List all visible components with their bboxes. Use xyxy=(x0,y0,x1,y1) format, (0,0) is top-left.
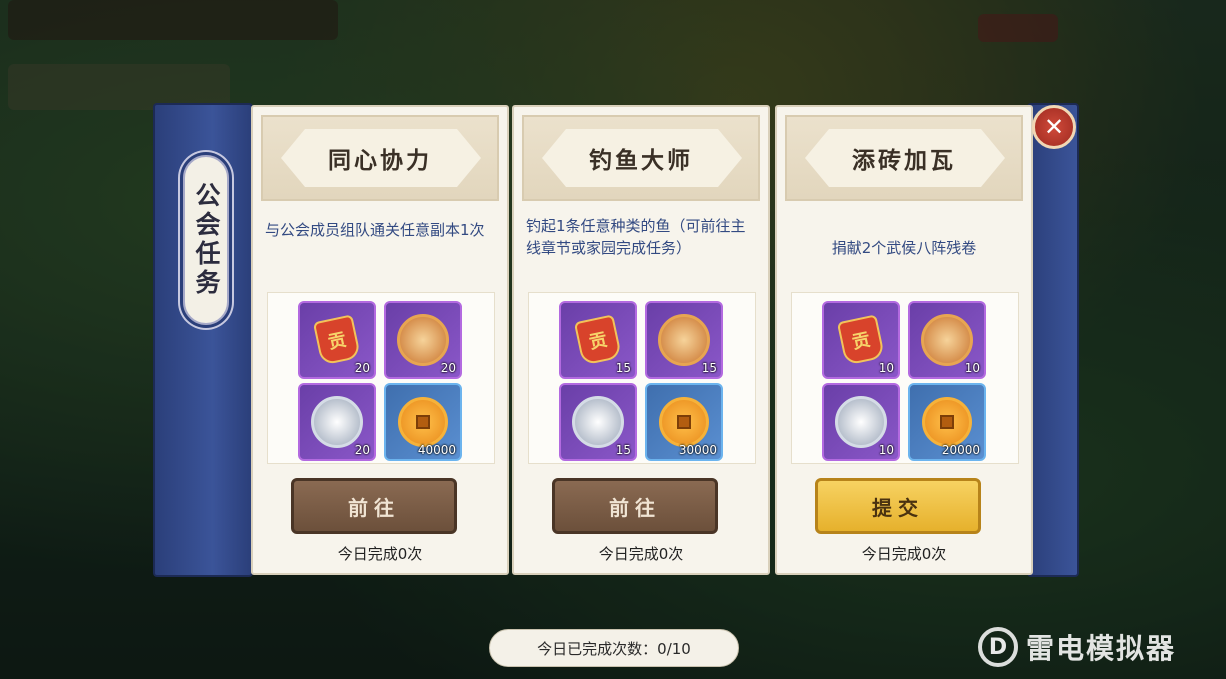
reward-qty: 15 xyxy=(701,361,717,375)
task-card-header: 添砖加瓦 xyxy=(785,115,1023,201)
reward-item[interactable]: 15 xyxy=(645,301,723,379)
watermark-text: 雷电模拟器 xyxy=(1026,632,1177,665)
task-description: 与公会成员组队通关任意副本1次 xyxy=(265,221,485,239)
reward-item[interactable]: 20000 xyxy=(908,383,986,461)
reward-qty: 10 xyxy=(878,443,894,457)
completed-today-label: 今日完成0次 xyxy=(861,545,947,563)
reward-qty: 20 xyxy=(354,361,370,375)
close-button[interactable]: ✕ xyxy=(1032,105,1076,149)
panel-right-frame xyxy=(1027,103,1079,577)
reward-item[interactable]: 贡 10 xyxy=(822,301,900,379)
reward-grid: 贡 20 20 20 40000 xyxy=(267,292,495,464)
reward-item[interactable]: 10 xyxy=(908,301,986,379)
reward-item[interactable]: 30000 xyxy=(645,383,723,461)
copper-coin-icon xyxy=(922,397,972,447)
completed-today-label: 今日完成0次 xyxy=(598,545,684,563)
task-name: 添砖加瓦 xyxy=(852,148,956,174)
reward-qty: 15 xyxy=(615,361,631,375)
reward-item[interactable]: 10 xyxy=(822,383,900,461)
emulator-logo-icon: D xyxy=(978,627,1018,667)
silver-dragon-medal-icon xyxy=(835,396,887,448)
reward-qty: 30000 xyxy=(678,443,717,457)
reward-qty: 20 xyxy=(440,361,456,375)
task-card-teamwork: 同心协力 与公会成员组队通关任意副本1次 贡 20 20 20 40000 前往… xyxy=(251,105,509,575)
reward-grid: 贡 15 15 15 30000 xyxy=(528,292,756,464)
reward-item[interactable]: 20 xyxy=(298,383,376,461)
task-description: 钓起1条任意种类的鱼（可前往主线章节或家园完成任务） xyxy=(526,217,746,257)
task-card-donation: 添砖加瓦 捐献2个武侯八阵残卷 贡 10 10 10 20000 提交 今日完成… xyxy=(775,105,1033,575)
reward-qty: 15 xyxy=(615,443,631,457)
reward-item[interactable]: 15 xyxy=(559,383,637,461)
silver-dragon-medal-icon xyxy=(311,396,363,448)
emulator-watermark: D 雷电模拟器 xyxy=(978,623,1176,671)
gold-dragon-medal-icon xyxy=(397,314,449,366)
task-card-fishing: 钓鱼大师 钓起1条任意种类的鱼（可前往主线章节或家园完成任务） 贡 15 15 … xyxy=(512,105,770,575)
reward-item[interactable]: 贡 20 xyxy=(298,301,376,379)
go-button[interactable]: 前往 xyxy=(291,478,457,534)
reward-qty: 10 xyxy=(878,361,894,375)
guild-task-panel: 公会任务 同心协力 与公会成员组队通关任意副本1次 贡 20 20 20 400… xyxy=(153,103,1079,577)
contribution-token-icon: 贡 xyxy=(573,314,623,366)
task-description: 捐献2个武侯八阵残卷 xyxy=(831,239,977,257)
reward-qty: 40000 xyxy=(417,443,456,457)
reward-item[interactable]: 贡 15 xyxy=(559,301,637,379)
reward-item[interactable]: 20 xyxy=(384,301,462,379)
task-card-header: 钓鱼大师 xyxy=(522,115,760,201)
silver-dragon-medal-icon xyxy=(572,396,624,448)
panel-title: 公会任务 xyxy=(192,182,221,298)
reward-qty: 10 xyxy=(964,361,980,375)
copper-coin-icon xyxy=(659,397,709,447)
reward-qty: 20 xyxy=(354,443,370,457)
contribution-token-icon: 贡 xyxy=(836,314,886,366)
panel-title-tag: 公会任务 xyxy=(183,155,229,325)
close-icon: ✕ xyxy=(1043,113,1065,141)
reward-item[interactable]: 40000 xyxy=(384,383,462,461)
copper-coin-icon xyxy=(398,397,448,447)
reward-qty: 20000 xyxy=(941,443,980,457)
gold-dragon-medal-icon xyxy=(921,314,973,366)
go-button[interactable]: 前往 xyxy=(552,478,718,534)
panel-left-frame: 公会任务 xyxy=(153,103,253,577)
contribution-token-icon: 贡 xyxy=(312,314,362,366)
task-name: 同心协力 xyxy=(328,148,432,174)
submit-button[interactable]: 提交 xyxy=(815,478,981,534)
reward-grid: 贡 10 10 10 20000 xyxy=(791,292,1019,464)
gold-dragon-medal-icon xyxy=(658,314,710,366)
task-card-header: 同心协力 xyxy=(261,115,499,201)
daily-completion-count: 今日已完成次数：0/10 xyxy=(489,629,739,667)
task-name: 钓鱼大师 xyxy=(589,148,693,174)
completed-today-label: 今日完成0次 xyxy=(337,545,423,563)
